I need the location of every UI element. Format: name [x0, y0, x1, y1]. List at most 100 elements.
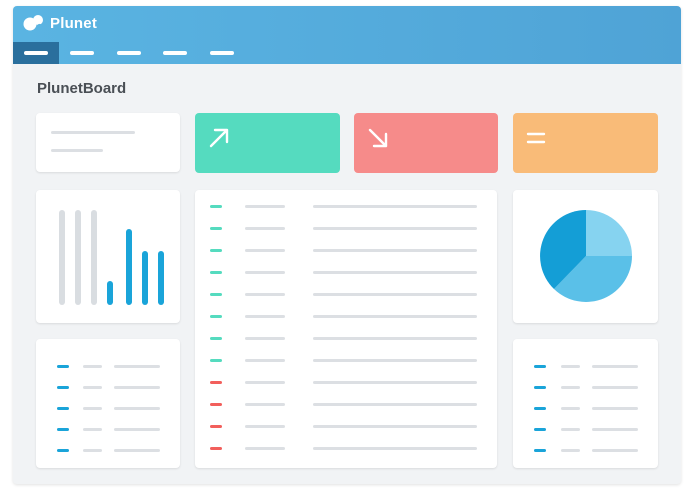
- app-brand: Plunet: [50, 15, 98, 32]
- status-dot-positive: [210, 293, 222, 296]
- list-row[interactable]: [195, 374, 497, 392]
- list-row[interactable]: [195, 242, 497, 260]
- list-item[interactable]: [513, 421, 658, 439]
- item-long-line: [114, 365, 160, 368]
- status-dot-negative: [210, 425, 222, 428]
- item-short-line: [83, 407, 102, 410]
- pie-slice-light: [586, 210, 632, 256]
- status-dot: [57, 386, 69, 389]
- item-long-line: [592, 386, 638, 389]
- right-list-card[interactable]: [513, 339, 658, 468]
- row-short-line: [245, 447, 285, 450]
- item-short-line: [561, 365, 580, 368]
- item-long-line: [114, 407, 160, 410]
- status-dot-positive: [210, 249, 222, 252]
- status-dot-positive: [210, 315, 222, 318]
- nav-tab-3[interactable]: [106, 42, 152, 64]
- row-short-line: [245, 271, 285, 274]
- status-dot-negative: [210, 447, 222, 450]
- row-short-line: [245, 315, 285, 318]
- status-dot: [534, 365, 546, 368]
- item-short-line: [83, 449, 102, 452]
- item-short-line: [561, 407, 580, 410]
- row-long-line: [313, 425, 477, 428]
- row-long-line: [313, 403, 477, 406]
- list-item[interactable]: [36, 358, 181, 376]
- status-dot-positive: [210, 359, 222, 362]
- row-short-line: [245, 403, 285, 406]
- status-dot-positive: [210, 205, 222, 208]
- bar-blue: [158, 251, 164, 305]
- kpi-tile-neutral[interactable]: [513, 113, 658, 173]
- plunet-logo-icon: [23, 15, 43, 31]
- item-short-line: [83, 428, 102, 431]
- list-row[interactable]: [195, 198, 497, 216]
- pie-chart-card[interactable]: [513, 190, 658, 323]
- list-row[interactable]: [195, 440, 497, 458]
- kpi-tile-decrease[interactable]: [354, 113, 498, 173]
- list-item[interactable]: [513, 442, 658, 460]
- list-row[interactable]: [195, 330, 497, 348]
- bar-chart-card[interactable]: [36, 190, 180, 323]
- bar-chart: [59, 210, 164, 305]
- list-item[interactable]: [36, 400, 181, 418]
- item-short-line: [561, 386, 580, 389]
- nav-tab-4[interactable]: [152, 42, 198, 64]
- list-row[interactable]: [195, 286, 497, 304]
- row-long-line: [313, 249, 477, 252]
- equals-icon: [526, 132, 546, 144]
- item-long-line: [114, 428, 160, 431]
- row-short-line: [245, 227, 285, 230]
- item-long-line: [592, 407, 638, 410]
- nav-tab-1[interactable]: [13, 42, 59, 64]
- row-long-line: [313, 293, 477, 296]
- list-item[interactable]: [36, 421, 181, 439]
- list-row[interactable]: [195, 308, 497, 326]
- row-short-line: [245, 359, 285, 362]
- item-long-line: [592, 365, 638, 368]
- pie-chart: [540, 210, 632, 302]
- row-short-line: [245, 337, 285, 340]
- row-long-line: [313, 359, 477, 362]
- row-long-line: [313, 271, 477, 274]
- row-long-line: [313, 227, 477, 230]
- row-short-line: [245, 249, 285, 252]
- status-dot: [57, 449, 69, 452]
- bar-gray: [59, 210, 65, 305]
- row-long-line: [313, 381, 477, 384]
- activity-list-card[interactable]: [195, 190, 497, 468]
- list-item[interactable]: [513, 358, 658, 376]
- list-row[interactable]: [195, 396, 497, 414]
- left-list-card[interactable]: [36, 339, 180, 468]
- arrow-up-right-icon: [209, 128, 229, 148]
- list-row[interactable]: [195, 418, 497, 436]
- nav-tab-5[interactable]: [199, 42, 245, 64]
- list-row[interactable]: [195, 352, 497, 370]
- bar-blue: [142, 251, 148, 305]
- item-long-line: [592, 428, 638, 431]
- list-item[interactable]: [36, 442, 181, 460]
- row-long-line: [313, 447, 477, 450]
- list-row[interactable]: [195, 220, 497, 238]
- row-short-line: [245, 293, 285, 296]
- bar-gray: [91, 210, 97, 305]
- bar-gray: [75, 210, 81, 305]
- row-short-line: [245, 381, 285, 384]
- kpi-tile-increase[interactable]: [195, 113, 340, 173]
- status-dot: [534, 428, 546, 431]
- summary-card[interactable]: [36, 113, 180, 172]
- status-dot: [534, 449, 546, 452]
- row-long-line: [313, 337, 477, 340]
- list-item[interactable]: [513, 400, 658, 418]
- row-short-line: [245, 205, 285, 208]
- list-row[interactable]: [195, 264, 497, 282]
- status-dot-negative: [210, 381, 222, 384]
- nav-tab-2[interactable]: [59, 42, 105, 64]
- status-dot-positive: [210, 227, 222, 230]
- item-long-line: [114, 449, 160, 452]
- list-item[interactable]: [36, 379, 181, 397]
- page-title: PlunetBoard: [37, 80, 127, 97]
- nav-tabs: [13, 42, 681, 64]
- status-dot: [57, 428, 69, 431]
- list-item[interactable]: [513, 379, 658, 397]
